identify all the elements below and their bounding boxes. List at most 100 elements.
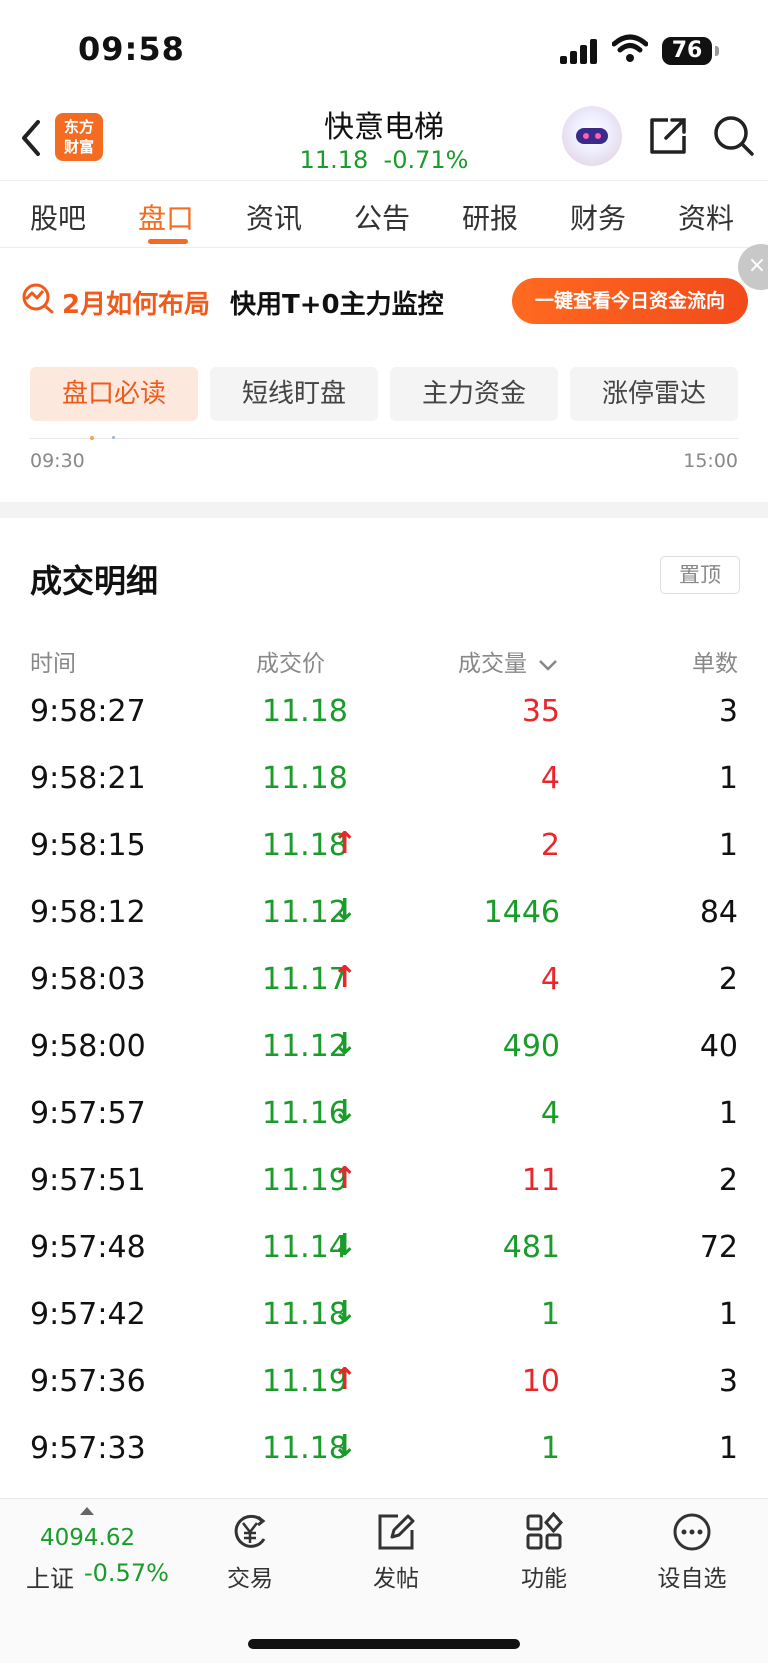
trade-count: 1 xyxy=(718,1096,738,1131)
section-divider xyxy=(0,502,768,518)
trade-count: 3 xyxy=(718,1364,738,1399)
share-icon[interactable] xyxy=(646,114,690,158)
table-row: 9:58:21 11.18 4 1 xyxy=(0,751,768,818)
trade-volume: 4 xyxy=(540,962,560,997)
table-row: 9:58:03 11.17 ↑ 4 2 xyxy=(0,952,768,1019)
caret-up-icon[interactable] xyxy=(80,1507,94,1515)
yen-exchange-icon xyxy=(234,1514,266,1548)
banner-subtitle: 快用T+0主力监控 xyxy=(230,290,444,320)
active-tab-indicator xyxy=(148,239,188,244)
column-header-volume[interactable]: 成交量 xyxy=(458,644,558,678)
stock-price: 11.18 xyxy=(299,146,369,174)
nav-trade[interactable]: 交易 xyxy=(200,1511,300,1593)
status-time: 09:58 xyxy=(78,30,185,68)
nav-post-label: 发帖 xyxy=(373,1566,419,1592)
grid-icon xyxy=(526,1511,564,1550)
trade-time: 9:57:57 xyxy=(30,1096,146,1131)
trade-volume: 4 xyxy=(540,761,560,796)
tab-research[interactable]: 研报 xyxy=(462,197,518,237)
wifi-icon xyxy=(612,34,648,62)
nav-post[interactable]: 发帖 xyxy=(346,1511,446,1593)
column-header-count: 单数 xyxy=(692,651,738,677)
battery-icon: 76 xyxy=(662,37,719,65)
table-row: 9:57:48 11.14 ↓ 481 72 xyxy=(0,1220,768,1287)
arrow-up-icon: ↑ xyxy=(332,960,358,995)
trade-count: 2 xyxy=(718,962,738,997)
table-row: 9:58:15 11.18 ↑ 2 1 xyxy=(0,818,768,885)
index-value[interactable]: 4094.62 xyxy=(40,1525,135,1551)
tab-news[interactable]: 资讯 xyxy=(246,197,302,237)
index-change[interactable]: -0.57% xyxy=(84,1559,169,1587)
trade-count: 1 xyxy=(718,828,738,863)
nav-watchlist-label: 设自选 xyxy=(657,1566,727,1592)
stock-header: 东方 财富 快意电梯 11.18 -0.71% xyxy=(0,100,768,180)
table-row: 9:57:33 11.18 ↓ 1 1 xyxy=(0,1421,768,1488)
subtab-short-term[interactable]: 短线盯盘 xyxy=(210,367,378,421)
promo-banner[interactable]: 2月如何布局 快用T+0主力监控 一键查看今日资金流向 xyxy=(0,248,768,348)
table-row: 9:58:27 11.18 35 3 xyxy=(0,684,768,751)
trade-price: 11.18 xyxy=(262,694,348,729)
trade-time: 9:58:03 xyxy=(30,962,146,997)
trade-count: 40 xyxy=(699,1029,738,1064)
trade-volume: 1446 xyxy=(483,895,560,930)
trade-time: 9:58:27 xyxy=(30,694,146,729)
trade-time: 9:58:12 xyxy=(30,895,146,930)
table-row: 9:57:51 11.19 ↑ 11 2 xyxy=(0,1153,768,1220)
trade-volume: 2 xyxy=(540,828,560,863)
trade-volume: 1 xyxy=(540,1431,560,1466)
search-icon[interactable] xyxy=(712,114,756,158)
chart-end-time: 15:00 xyxy=(683,450,738,472)
trade-volume: 490 xyxy=(502,1029,560,1064)
table-row: 9:57:42 11.18 ↓ 1 1 xyxy=(0,1287,768,1354)
table-row: 9:57:36 11.19 ↑ 10 3 xyxy=(0,1354,768,1421)
trade-time: 9:58:00 xyxy=(30,1029,146,1064)
edit-icon xyxy=(378,1514,415,1550)
table-row: 9:57:57 11.16 ↓ 4 1 xyxy=(0,1086,768,1153)
trade-time: 9:57:33 xyxy=(30,1431,146,1466)
trade-count: 3 xyxy=(718,694,738,729)
more-icon xyxy=(673,1513,711,1551)
chart-start-time: 09:30 xyxy=(30,450,85,472)
trade-time: 9:58:15 xyxy=(30,828,146,863)
trade-volume: 1 xyxy=(540,1297,560,1332)
nav-functions-label: 功能 xyxy=(521,1566,567,1592)
ai-assistant-avatar[interactable] xyxy=(562,106,622,166)
trade-time: 9:57:42 xyxy=(30,1297,146,1332)
tab-profile[interactable]: 资料 xyxy=(678,197,734,237)
cellular-signal-icon xyxy=(560,38,602,64)
arrow-down-icon: ↓ xyxy=(332,1228,358,1263)
arrow-down-icon: ↓ xyxy=(332,1027,358,1062)
trade-volume: 481 xyxy=(502,1230,560,1265)
arrow-up-icon: ↑ xyxy=(332,1161,358,1196)
tab-guba[interactable]: 股吧 xyxy=(30,197,86,237)
tab-announcements[interactable]: 公告 xyxy=(354,197,410,237)
home-indicator[interactable] xyxy=(248,1639,520,1649)
stock-change: -0.71% xyxy=(383,146,469,174)
trade-count: 1 xyxy=(718,761,738,796)
section-title: 成交明细 xyxy=(30,562,159,600)
monitor-chart-icon xyxy=(22,283,54,314)
trade-count: 1 xyxy=(718,1431,738,1466)
subtab-main-funds[interactable]: 主力资金 xyxy=(390,367,558,421)
trade-time: 9:57:36 xyxy=(30,1364,146,1399)
subtab-limit-up-radar[interactable]: 涨停雷达 xyxy=(570,367,738,421)
index-name[interactable]: 上证 xyxy=(26,1559,74,1594)
trade-volume: 11 xyxy=(521,1163,560,1198)
banner-title: 2月如何布局 xyxy=(62,290,211,320)
fund-flow-button[interactable]: 一键查看今日资金流向 xyxy=(512,278,748,324)
nav-watchlist[interactable]: 设自选 xyxy=(642,1511,742,1593)
table-row: 9:58:00 11.12 ↓ 490 40 xyxy=(0,1019,768,1086)
pin-top-button[interactable]: 置顶 xyxy=(660,556,740,594)
trade-price: 11.18 xyxy=(262,761,348,796)
tab-pankou[interactable]: 盘口 xyxy=(138,197,194,237)
nav-functions[interactable]: 功能 xyxy=(494,1511,594,1593)
trade-count: 72 xyxy=(699,1230,738,1265)
trade-volume: 10 xyxy=(521,1364,560,1399)
column-header-time: 时间 xyxy=(30,651,76,677)
trade-time: 9:58:21 xyxy=(30,761,146,796)
intraday-chart-baseline xyxy=(30,438,738,439)
subtab-must-read[interactable]: 盘口必读 xyxy=(30,367,198,421)
tab-finance[interactable]: 财务 xyxy=(570,197,626,237)
chart-point xyxy=(90,436,94,440)
arrow-down-icon: ↓ xyxy=(332,1094,358,1129)
